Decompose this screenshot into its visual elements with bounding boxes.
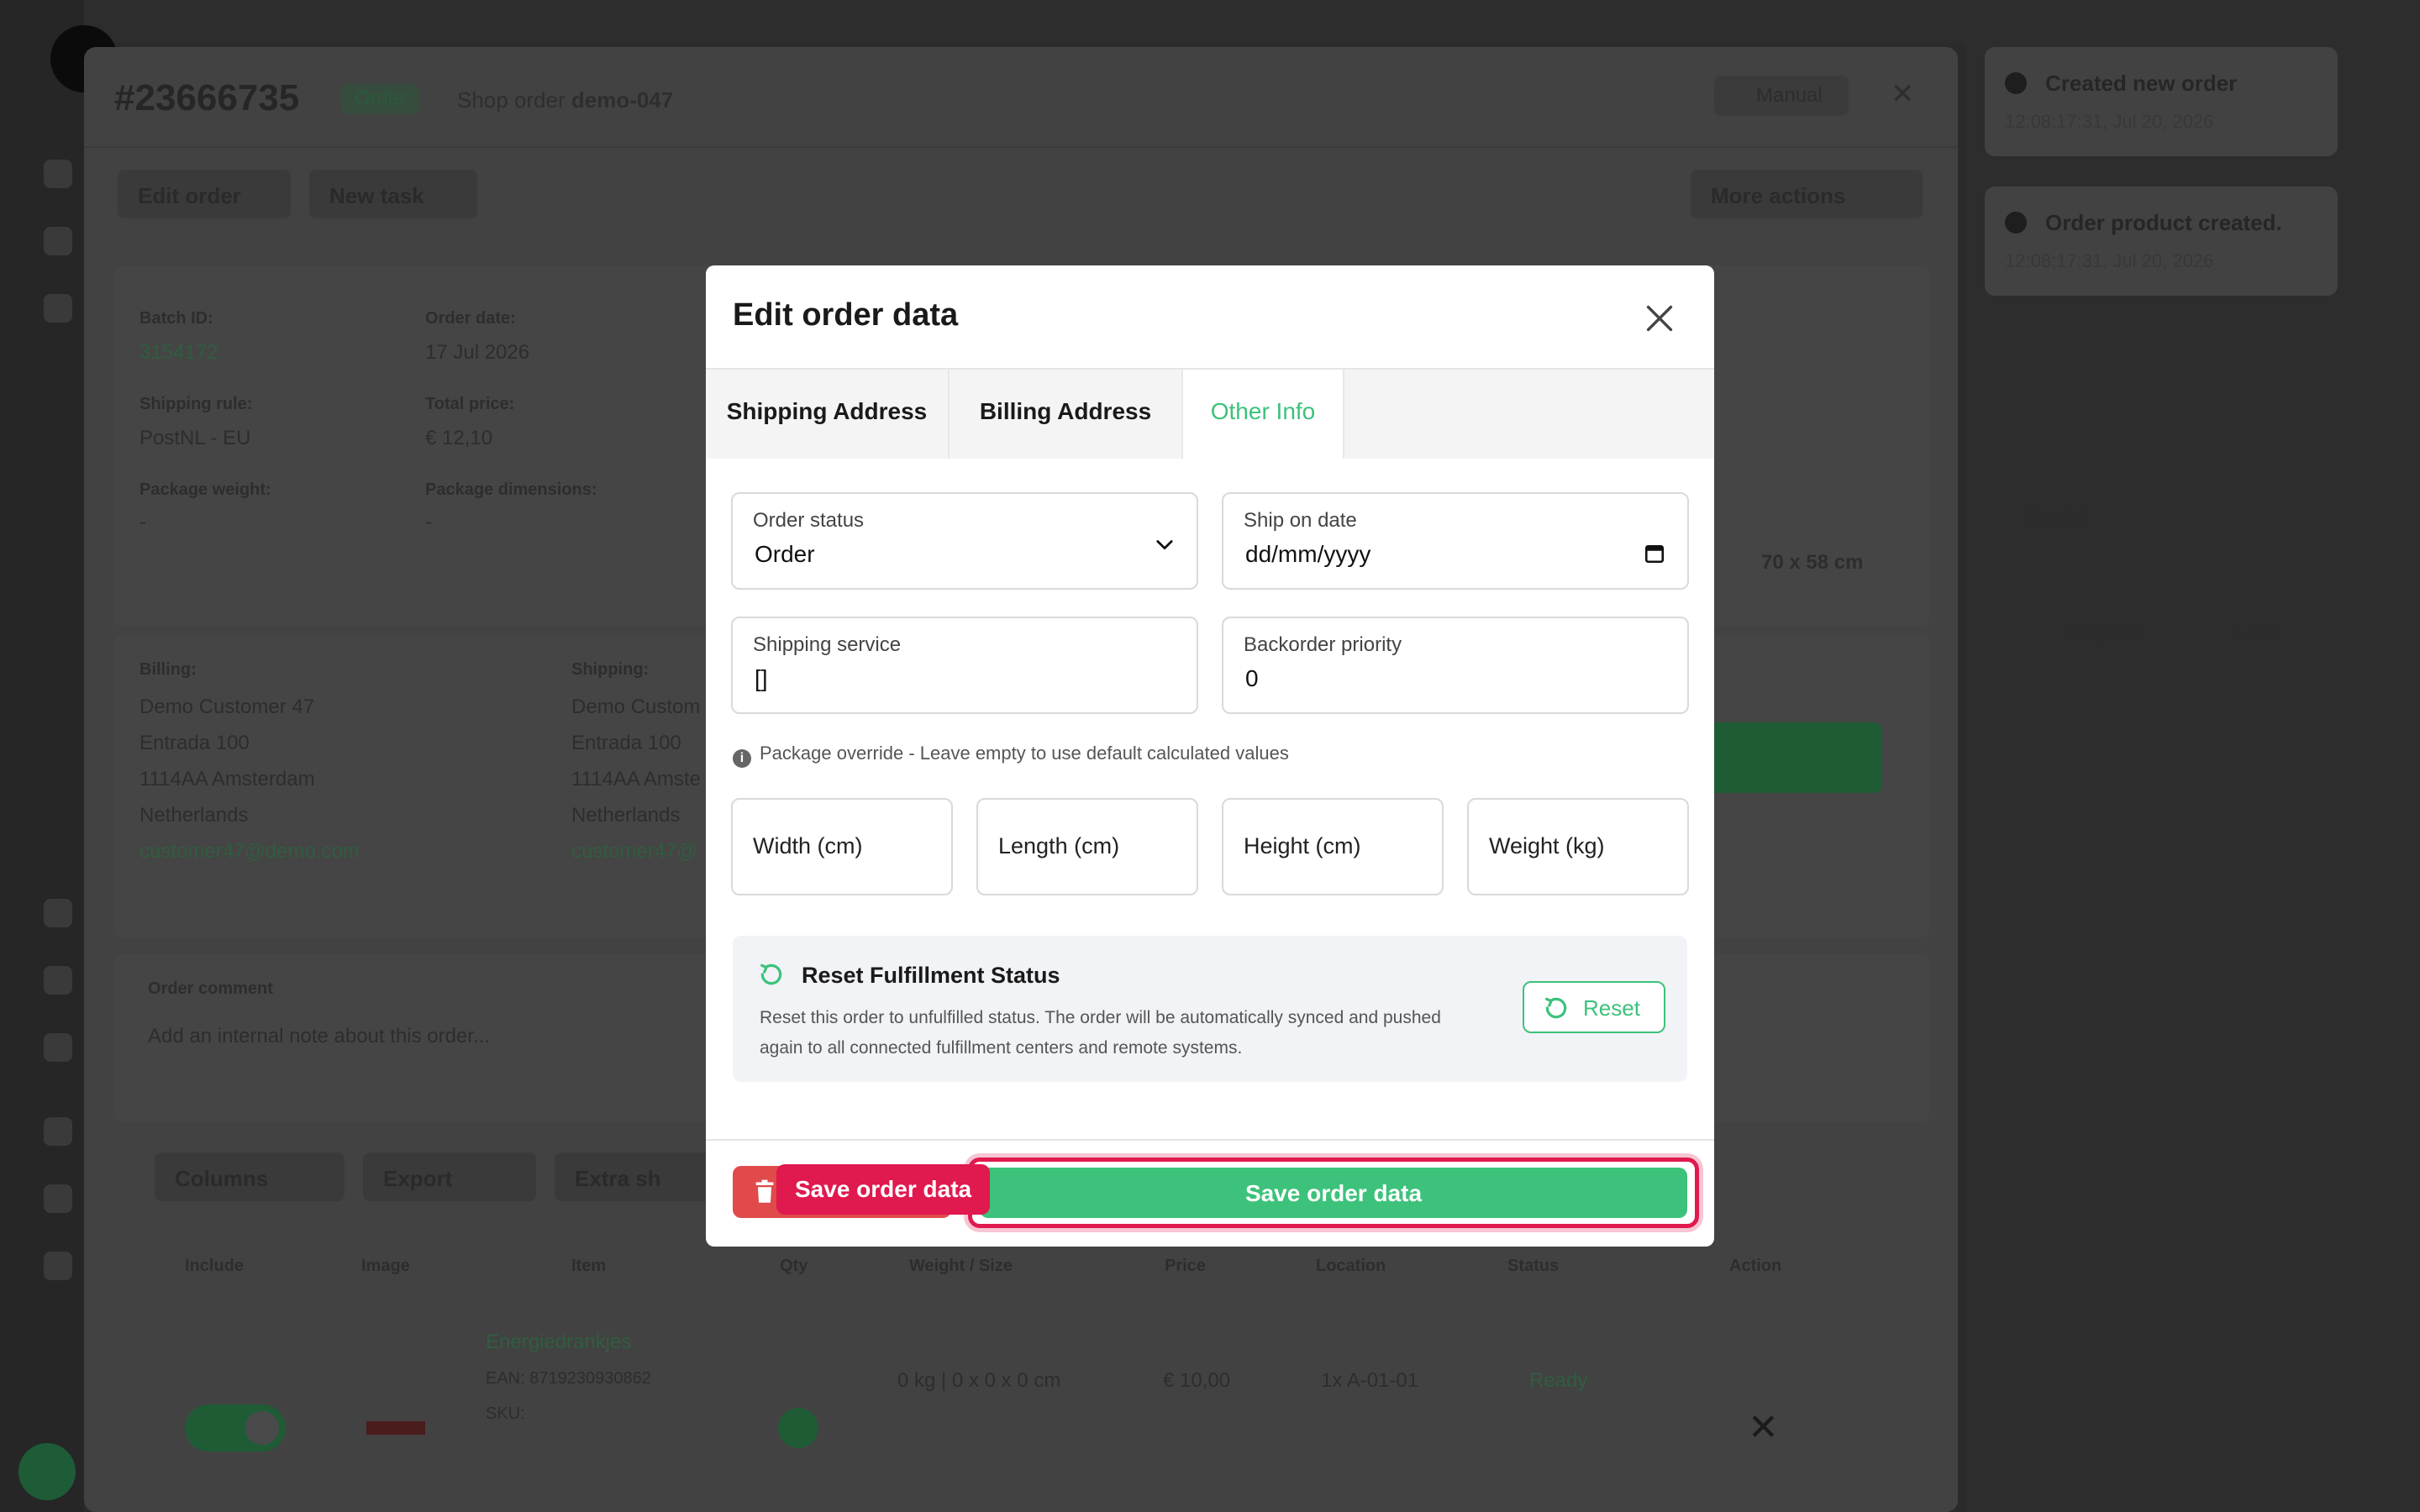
backorder-priority-input[interactable]: Backorder priority 0 bbox=[1222, 617, 1689, 714]
save-order-data-button[interactable]: Save order data bbox=[980, 1168, 1687, 1218]
length-input[interactable]: Length (cm) bbox=[976, 798, 1198, 895]
reset-fulfillment-panel: Reset Fulfillment Status Reset this orde… bbox=[733, 936, 1687, 1082]
length-placeholder: Length (cm) bbox=[998, 833, 1120, 858]
height-input[interactable]: Height (cm) bbox=[1222, 798, 1444, 895]
reset-button[interactable]: Reset bbox=[1523, 981, 1665, 1033]
shipping-service-label: Shipping service bbox=[753, 633, 902, 656]
package-override-text: Package override - Leave empty to use de… bbox=[760, 743, 1289, 764]
package-override-note: i Package override - Leave empty to use d… bbox=[733, 743, 1289, 768]
shipping-service-value: [] bbox=[755, 665, 768, 691]
weight-placeholder: Weight (kg) bbox=[1489, 833, 1605, 858]
height-placeholder: Height (cm) bbox=[1244, 833, 1361, 858]
backorder-priority-label: Backorder priority bbox=[1244, 633, 1402, 656]
reset-icon bbox=[760, 963, 782, 985]
weight-input[interactable]: Weight (kg) bbox=[1467, 798, 1689, 895]
order-status-label: Order status bbox=[753, 509, 865, 532]
close-icon[interactable] bbox=[1640, 299, 1679, 338]
calendar-icon[interactable] bbox=[1644, 543, 1665, 564]
modal-title: Edit order data bbox=[733, 297, 959, 333]
width-input[interactable]: Width (cm) bbox=[731, 798, 953, 895]
info-icon: i bbox=[733, 749, 751, 768]
ship-on-date-input[interactable]: Ship on date dd/mm/yyyy bbox=[1222, 492, 1689, 590]
backorder-priority-value: 0 bbox=[1245, 665, 1259, 691]
delete-button[interactable] bbox=[733, 1166, 951, 1218]
reset-description: Reset this order to unfulfilled status. … bbox=[760, 1008, 1441, 1058]
shipping-service-input[interactable]: Shipping service [] bbox=[731, 617, 1198, 714]
reset-title: Reset Fulfillment Status bbox=[802, 963, 1060, 988]
modal-header: Edit order data bbox=[706, 265, 1714, 370]
trash-icon bbox=[755, 1179, 774, 1203]
modal-footer: Save order data Save order data bbox=[706, 1139, 1714, 1247]
order-status-value: Order bbox=[755, 541, 815, 567]
reset-icon bbox=[1545, 997, 1567, 1019]
ship-on-date-label: Ship on date bbox=[1244, 509, 1357, 532]
tab-shipping-address[interactable]: Shipping Address bbox=[706, 370, 950, 459]
width-placeholder: Width (cm) bbox=[753, 833, 863, 858]
ship-on-date-value: dd/mm/yyyy bbox=[1245, 541, 1371, 567]
tab-billing-address[interactable]: Billing Address bbox=[950, 370, 1183, 459]
reset-button-label: Reset bbox=[1583, 995, 1640, 1021]
modal-tabs: Shipping Address Billing Address Other I… bbox=[706, 370, 1714, 459]
order-status-select[interactable]: Order status Order bbox=[731, 492, 1198, 590]
chevron-down-icon bbox=[1156, 540, 1173, 550]
tab-other-info[interactable]: Other Info bbox=[1183, 370, 1344, 459]
edit-order-modal: Edit order data Shipping Address Billing… bbox=[706, 265, 1714, 1247]
